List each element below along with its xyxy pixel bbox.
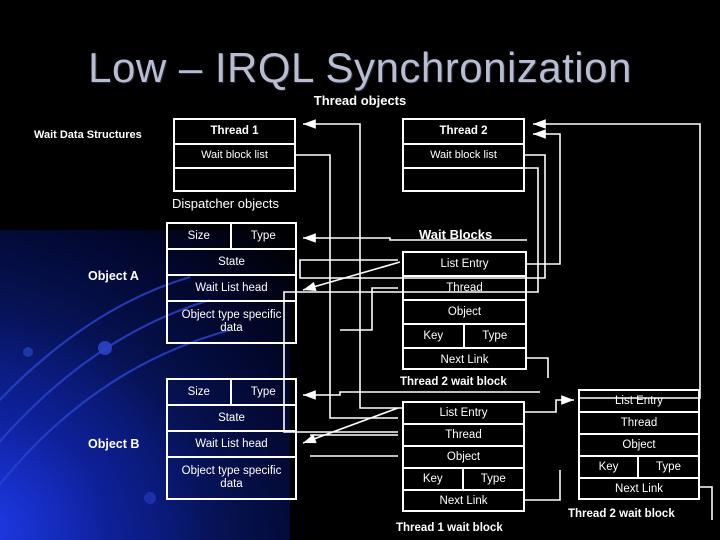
wait-block-c-type: Type	[656, 460, 681, 473]
label-object-b: Object B	[88, 437, 140, 451]
object-b-size-type-row: Size Type	[168, 380, 295, 406]
thread-1-header: Thread 1	[175, 120, 294, 145]
thread-1-wait-block-list: Wait block list	[175, 145, 294, 169]
object-a-type-specific-row: Object type specific data	[168, 302, 295, 342]
wait-block-b-type: Type	[480, 472, 506, 485]
object-a-type-cell: Type	[250, 229, 276, 242]
thread-1-box[interactable]: Thread 1 Wait block list	[173, 118, 296, 192]
wait-block-b-object: Object	[404, 447, 523, 469]
wait-block-c-key: Key	[580, 457, 639, 477]
wait-block-c-box[interactable]: List Entry Thread Object Key Type Next L…	[578, 389, 700, 500]
wait-block-a-object: Object	[404, 301, 525, 325]
thread-2-empty-row	[404, 169, 523, 190]
object-a-state-row: State	[168, 250, 295, 276]
wait-block-a-list-entry: List Entry	[404, 253, 525, 277]
wait-block-b-list-entry: List Entry	[404, 403, 523, 425]
object-a-size-type-row: Size Type	[168, 224, 295, 250]
label-thread1-wait-block: Thread 1 wait block	[396, 522, 503, 534]
label-dispatcher-objects: Dispatcher objects	[172, 196, 279, 211]
object-a-type-specific-line1: Object type specific	[181, 309, 282, 322]
object-a-size-cell: Size	[168, 224, 232, 248]
object-b-state-row: State	[168, 406, 295, 432]
label-thread2-wait-block-lower: Thread 2 wait block	[568, 508, 675, 520]
object-b-size-cell: Size	[168, 380, 232, 404]
object-b-box[interactable]: Size Type State Wait List head Object ty…	[166, 378, 297, 500]
wait-block-a-key: Key	[404, 325, 465, 347]
wait-block-b-key: Key	[404, 469, 464, 489]
thread-1-empty-row	[175, 169, 294, 190]
label-thread-objects: Thread objects	[313, 93, 407, 108]
label-thread2-wait-block-upper: Thread 2 wait block	[400, 376, 507, 388]
thread-2-header: Thread 2	[404, 120, 523, 145]
wait-block-a-next-link: Next Link	[440, 354, 489, 367]
wait-block-b-next-link: Next Link	[439, 495, 488, 508]
object-b-type-specific-line1: Object type specific	[181, 465, 282, 478]
wait-block-c-list-entry: List Entry	[580, 391, 698, 413]
object-b-type-cell: Type	[250, 385, 276, 398]
object-b-type-specific-line2: data	[220, 478, 243, 490]
thread-2-box[interactable]: Thread 2 Wait block list	[402, 118, 525, 192]
page-title: Low – IRQL Synchronization	[88, 44, 632, 91]
wait-block-c-thread: Thread	[580, 413, 698, 435]
wait-block-c-next-link: Next Link	[615, 483, 663, 496]
object-a-box[interactable]: Size Type State Wait List head Object ty…	[166, 222, 297, 344]
object-b-type-specific-row: Object type specific data	[168, 458, 295, 498]
wait-block-a-thread: Thread	[404, 277, 525, 301]
wait-block-a-box[interactable]: List Entry Thread Object Key Type Next L…	[402, 251, 527, 370]
wait-block-c-object: Object	[580, 435, 698, 457]
object-a-wait-list-head-row: Wait List head	[168, 276, 295, 302]
wait-block-a-key-type-row: Key Type	[404, 325, 525, 349]
object-a-type-specific-line2: data	[220, 322, 243, 334]
wait-block-b-key-type-row: Key Type	[404, 469, 523, 491]
wait-block-b-thread: Thread	[404, 425, 523, 447]
thread-2-wait-block-list: Wait block list	[404, 145, 523, 169]
slide-canvas: Low – IRQL Synchronization Thread object…	[0, 0, 720, 540]
label-wait-data-structures: Wait Data Structures	[34, 129, 142, 141]
wait-block-a-type: Type	[482, 329, 508, 342]
label-object-a: Object A	[88, 269, 139, 283]
wait-block-b-box[interactable]: List Entry Thread Object Key Type Next L…	[402, 401, 525, 512]
wait-block-c-key-type-row: Key Type	[580, 457, 698, 479]
object-b-wait-list-head-row: Wait List head	[168, 432, 295, 458]
label-wait-blocks: Wait Blocks	[419, 227, 493, 242]
